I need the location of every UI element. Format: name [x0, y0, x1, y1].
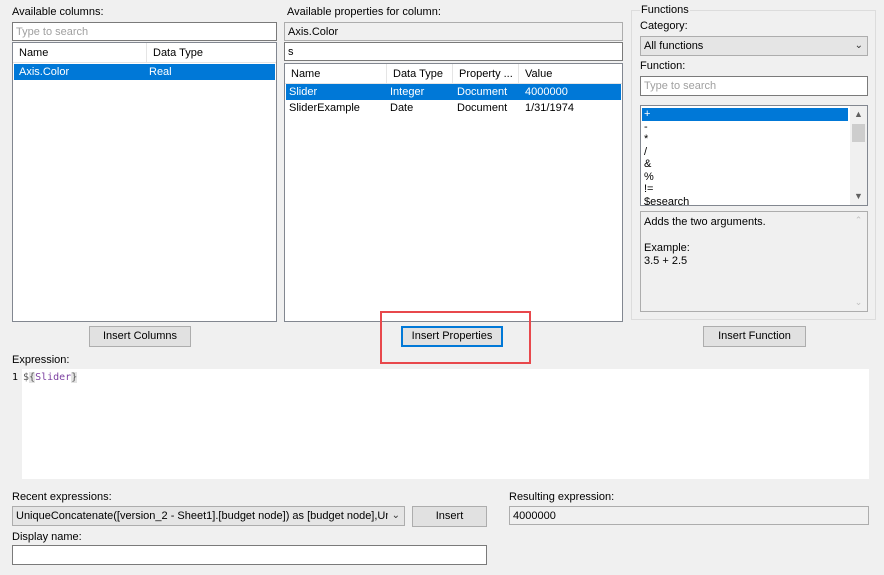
function-item[interactable]: $esearch — [642, 196, 848, 205]
function-item[interactable]: * — [642, 133, 848, 146]
functions-group-label: Functions — [640, 4, 690, 16]
scroll-up-icon[interactable]: ⌃ — [850, 212, 867, 229]
code-brace-close: } — [71, 372, 78, 383]
insert-function-button[interactable]: Insert Function — [703, 326, 806, 347]
scroll-up-icon[interactable]: ▲ — [850, 106, 867, 123]
prop-header-value[interactable]: Value — [519, 64, 622, 84]
table-row[interactable]: Slider Integer Document 4000000 — [286, 84, 621, 100]
insert-recent-button[interactable]: Insert — [412, 506, 487, 527]
row-name: Slider — [289, 86, 318, 98]
display-name-label: Display name: — [12, 531, 82, 543]
scroll-down-icon[interactable]: ▼ — [850, 188, 867, 205]
available-columns-label: Available columns: — [12, 6, 104, 18]
properties-search-input[interactable]: s — [284, 42, 623, 61]
line-number-gutter: 1 — [12, 369, 22, 479]
row-type: Real — [149, 66, 172, 78]
function-item[interactable]: - — [642, 121, 848, 134]
function-search-input[interactable]: Type to search — [640, 76, 868, 96]
row-name: SliderExample — [289, 102, 360, 114]
recent-expressions-value: UniqueConcatenate([version_2 - Sheet1].[… — [16, 510, 388, 522]
columns-search-placeholder: Type to search — [16, 26, 89, 38]
row-type: Integer — [390, 86, 425, 98]
expression-label: Expression: — [12, 354, 70, 366]
properties-list-header: Name Data Type Property ... Value — [285, 64, 622, 84]
table-row[interactable]: SliderExample Date Document 1/31/1974 — [286, 100, 621, 116]
property-column-field: Axis.Color — [284, 22, 623, 41]
function-list[interactable]: + - * / & % != $esearch ▲ ▼ — [640, 105, 868, 206]
col-header-datatype[interactable]: Data Type — [147, 43, 276, 63]
columns-list[interactable]: Name Data Type Axis.Color Real — [12, 42, 277, 322]
line-number: 1 — [12, 372, 19, 383]
code-property-name: Slider — [35, 372, 72, 383]
prop-header-name[interactable]: Name — [285, 64, 387, 84]
category-value: All functions — [644, 40, 704, 52]
row-property: Document — [457, 86, 508, 98]
chevron-down-icon: ⌄ — [854, 40, 863, 51]
properties-list[interactable]: Name Data Type Property ... Value Slider… — [284, 63, 623, 322]
table-row[interactable]: Axis.Color Real — [14, 64, 275, 80]
category-select[interactable]: All functions ⌄ — [640, 36, 868, 56]
expression-editor[interactable]: ${Slider} — [22, 369, 869, 479]
prop-header-datatype[interactable]: Data Type — [387, 64, 453, 84]
category-label: Category: — [640, 20, 688, 32]
function-label: Function: — [640, 60, 686, 72]
function-list-scrollbar[interactable]: ▲ ▼ — [850, 106, 867, 205]
description-scrollbar[interactable]: ⌃ ⌄ — [850, 212, 867, 311]
scroll-down-icon[interactable]: ⌄ — [850, 294, 867, 311]
row-name: Axis.Color — [19, 66, 70, 78]
function-item[interactable]: & — [642, 158, 848, 171]
recent-expressions-label: Recent expressions: — [12, 491, 112, 503]
description-line: 3.5 + 2.5 — [644, 255, 688, 267]
description-line — [644, 229, 766, 242]
display-name-input[interactable] — [12, 545, 487, 565]
resulting-expression-label: Resulting expression: — [509, 491, 615, 503]
function-item[interactable]: % — [642, 171, 848, 184]
columns-search-input[interactable]: Type to search — [12, 22, 277, 41]
function-item[interactable]: + — [642, 108, 848, 121]
col-header-name[interactable]: Name — [13, 43, 147, 63]
scroll-thumb[interactable] — [852, 124, 865, 142]
function-description: Adds the two arguments. Example: 3.5 + 2… — [640, 211, 868, 312]
available-properties-label: Available properties for column: — [287, 6, 441, 18]
columns-list-header: Name Data Type — [13, 43, 276, 63]
resulting-expression-field: 4000000 — [509, 506, 869, 525]
recent-expressions-select[interactable]: UniqueConcatenate([version_2 - Sheet1].[… — [12, 506, 405, 526]
expression-code: ${Slider} — [23, 372, 78, 383]
description-line: Adds the two arguments. — [644, 216, 766, 228]
row-value: 1/31/1974 — [525, 102, 574, 114]
row-value: 4000000 — [525, 86, 568, 98]
function-item[interactable]: / — [642, 146, 848, 159]
row-property: Document — [457, 102, 508, 114]
function-search-placeholder: Type to search — [644, 80, 717, 92]
chevron-down-icon: ⌄ — [391, 510, 400, 521]
function-item[interactable]: != — [642, 183, 848, 196]
highlight-box — [380, 311, 531, 364]
description-line: Example: — [644, 242, 690, 254]
row-type: Date — [390, 102, 414, 114]
insert-columns-button[interactable]: Insert Columns — [89, 326, 191, 347]
prop-header-property[interactable]: Property ... — [453, 64, 519, 84]
